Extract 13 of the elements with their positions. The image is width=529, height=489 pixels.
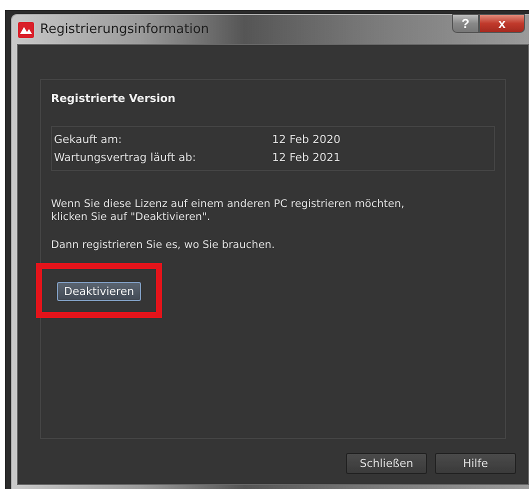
deactivate-button[interactable]: Deaktivieren xyxy=(57,282,142,301)
info-label: Wartungsvertrag läuft ab: xyxy=(54,151,197,164)
app-logo-icon xyxy=(18,22,34,38)
info-label: Gekauft am: xyxy=(54,133,123,146)
dialog-button[interactable]: Schließen xyxy=(346,453,427,474)
dialog-button[interactable]: Hilfe xyxy=(435,453,516,474)
section-heading: Registrierte Version xyxy=(51,92,177,105)
close-button[interactable]: x xyxy=(479,14,525,33)
instruction-text: Wenn Sie diese Lizenz auf einem anderen PC registrieren möchten, klicken Sie auf "Deaktivieren". xyxy=(51,198,406,224)
instruction-text: Dann registrieren Sie es, wo Sie brauchen. xyxy=(51,239,276,252)
info-value: 12 Feb 2021 xyxy=(272,151,342,164)
window-title: Registrierungsinformation xyxy=(40,22,210,37)
info-value: 12 Feb 2020 xyxy=(272,133,342,146)
